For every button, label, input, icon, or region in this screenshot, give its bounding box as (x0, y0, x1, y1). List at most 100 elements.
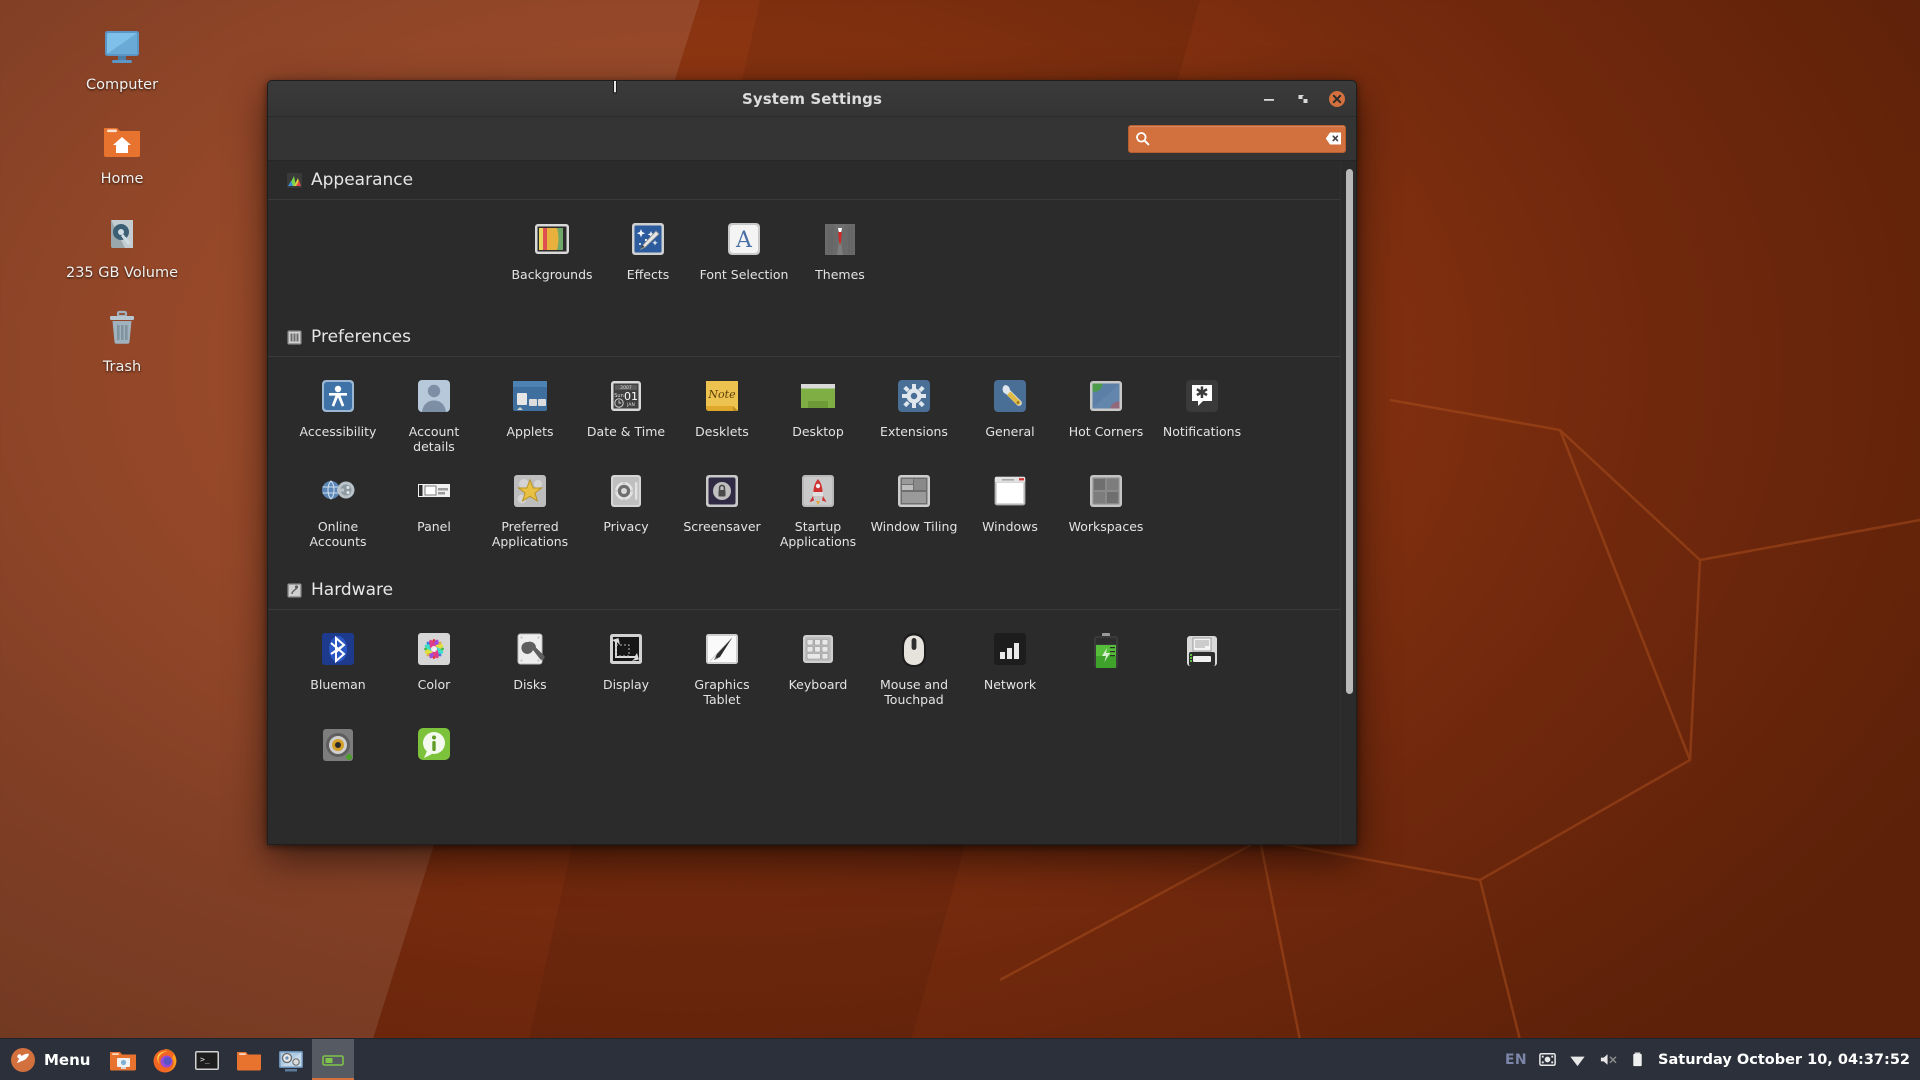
preferences-icon (286, 329, 303, 346)
window-toolbar (268, 117, 1356, 161)
tile-label: Disks (513, 677, 547, 692)
settings-content: Appearance Backgrounds Effects A Font Se… (268, 161, 1340, 844)
launcher-files[interactable] (228, 1039, 270, 1080)
tile-effects[interactable]: Effects (600, 212, 696, 296)
power-icon (1085, 628, 1127, 670)
window-task-icon (318, 1045, 348, 1075)
window-controls (1260, 81, 1346, 117)
tile-label: Applets (506, 424, 554, 439)
settings-scroll-area: Appearance Backgrounds Effects A Font Se… (268, 161, 1356, 844)
applets-icon (509, 375, 551, 417)
battery-icon[interactable] (1630, 1050, 1645, 1069)
tile-keyboard[interactable]: Keyboard (770, 622, 866, 707)
tile-themes[interactable]: Themes (792, 212, 888, 296)
tile-privacy[interactable]: Privacy (578, 464, 674, 549)
tile-disks[interactable]: Disks (482, 622, 578, 707)
tile-date-time[interactable]: 2007 Sun 01 JAN Date & Time (578, 369, 674, 454)
network-wifi-icon[interactable] (1568, 1050, 1587, 1069)
vertical-scrollbar[interactable] (1340, 161, 1356, 844)
launcher-window-task[interactable] (312, 1038, 355, 1080)
minimize-button[interactable] (1260, 90, 1278, 108)
tile-label: Privacy (603, 519, 649, 534)
tile-sound[interactable] (290, 717, 386, 801)
search-icon (1135, 131, 1150, 146)
tile-screensaver[interactable]: Screensaver (674, 464, 770, 549)
tile-blueman[interactable]: Blueman (290, 622, 386, 707)
accessibility-icon (317, 375, 359, 417)
section-header-appearance: Appearance (268, 161, 1340, 200)
tile-panel[interactable]: Panel (386, 464, 482, 549)
clock[interactable]: Saturday October 10, 04:37:52 (1656, 1052, 1910, 1068)
tile-network[interactable]: Network (962, 622, 1058, 707)
volume-muted-icon[interactable] (1598, 1050, 1619, 1069)
section-appearance: Appearance Backgrounds Effects A Font Se… (268, 161, 1340, 318)
tile-desktop[interactable]: Desktop (770, 369, 866, 454)
desktop-icon-label: Trash (102, 359, 142, 375)
tile-applets[interactable]: Applets (482, 369, 578, 454)
preferred-applications-icon (509, 470, 551, 512)
tile-backgrounds[interactable]: Backgrounds (504, 212, 600, 296)
maximize-button[interactable] (1294, 90, 1312, 108)
tile-general[interactable]: General (962, 369, 1058, 454)
tile-label: Preferred Applications (491, 519, 569, 549)
section-title: Hardware (311, 580, 394, 600)
section-title: Appearance (311, 170, 414, 190)
tile-startup-applications[interactable]: Startup Applications (770, 464, 866, 549)
desklets-icon: Note (701, 375, 743, 417)
tile-label: Account details (408, 424, 460, 454)
keyboard-icon (797, 628, 839, 670)
clear-icon[interactable] (1325, 131, 1342, 146)
tile-font-selection[interactable]: A Font Selection (696, 212, 792, 296)
tile-label: Windows (982, 519, 1038, 534)
search-input[interactable] (1155, 125, 1325, 152)
tile-mouse-touchpad[interactable]: Mouse and Touchpad (866, 622, 962, 707)
tile-notifications[interactable]: ✱ Notifications (1154, 369, 1250, 454)
keyboard-layout-icon[interactable] (1538, 1050, 1557, 1069)
desktop-icon-home[interactable]: Home (52, 116, 192, 188)
tile-account-details[interactable]: Account details (386, 369, 482, 454)
tile-workspaces[interactable]: Workspaces (1058, 464, 1154, 549)
section-header-preferences: Preferences (268, 318, 1340, 357)
tile-windows[interactable]: Windows (962, 464, 1058, 549)
tile-printers[interactable] (1154, 622, 1250, 707)
firefox-icon (150, 1045, 180, 1075)
tile-preferred-applications[interactable]: Preferred Applications (482, 464, 578, 549)
screensaver-icon (701, 470, 743, 512)
extensions-icon (893, 375, 935, 417)
language-indicator[interactable]: EN (1505, 1052, 1527, 1068)
desktop-icon-trash[interactable]: Trash (52, 304, 192, 376)
menu-button[interactable]: Menu (0, 1039, 102, 1080)
launcher-terminal[interactable]: >_ (186, 1039, 228, 1080)
close-button[interactable] (1328, 90, 1346, 108)
tile-label: Effects (626, 267, 670, 282)
page-title: System Settings (741, 90, 882, 108)
desktop-icon-computer[interactable]: Computer (52, 22, 192, 94)
desktop-icon-label: 235 GB Volume (65, 265, 178, 281)
cinnamon-menu-icon (10, 1047, 36, 1073)
scrollbar-thumb[interactable] (1346, 169, 1353, 694)
windows-icon (989, 470, 1031, 512)
tile-online-accounts[interactable]: Online Accounts (290, 464, 386, 549)
tile-label: Font Selection (699, 267, 789, 282)
tile-power[interactable] (1058, 622, 1154, 707)
tile-label: Window Tiling (870, 519, 958, 534)
tile-extensions[interactable]: Extensions (866, 369, 962, 454)
tile-desklets[interactable]: Note Desklets (674, 369, 770, 454)
tile-color[interactable]: Color (386, 622, 482, 707)
section-preferences: Preferences Accessibility Account detail… (268, 318, 1340, 571)
tile-display[interactable]: Display (578, 622, 674, 707)
tile-system-info[interactable] (386, 717, 482, 801)
desktop-icon-volume[interactable]: 235 GB Volume (52, 210, 192, 282)
tile-accessibility[interactable]: Accessibility (290, 369, 386, 454)
launcher-show-desktop[interactable] (102, 1039, 144, 1080)
search-container[interactable] (1128, 124, 1346, 153)
effects-icon (627, 218, 669, 260)
launcher-system-settings[interactable] (270, 1039, 312, 1080)
window-title-bar[interactable]: System Settings (268, 81, 1356, 117)
bluetooth-icon (317, 628, 359, 670)
tile-graphics-tablet[interactable]: Graphics Tablet (674, 622, 770, 707)
launcher-firefox[interactable] (144, 1039, 186, 1080)
network-icon (989, 628, 1031, 670)
tile-hot-corners[interactable]: Hot Corners (1058, 369, 1154, 454)
tile-window-tiling[interactable]: Window Tiling (866, 464, 962, 549)
